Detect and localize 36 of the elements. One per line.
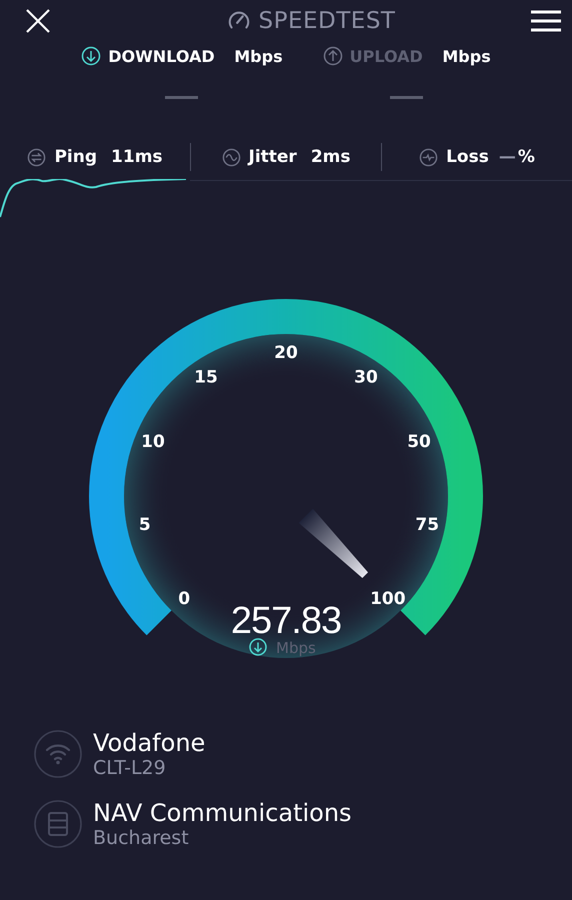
speed-unit: Mbps bbox=[276, 639, 316, 657]
scale-label: 30 bbox=[354, 367, 378, 388]
empty-value-dash bbox=[390, 96, 424, 99]
scale-label: 100 bbox=[370, 588, 406, 609]
gauge-needle bbox=[298, 508, 368, 578]
server-icon bbox=[34, 800, 82, 848]
ping-icon bbox=[27, 148, 46, 166]
provider-name: NAV Communications bbox=[93, 799, 352, 827]
provider-name: Vodafone bbox=[93, 729, 206, 757]
scale-label: 20 bbox=[274, 343, 298, 363]
metric-label: Jitter bbox=[248, 147, 297, 167]
metric-value: — bbox=[498, 147, 516, 167]
metric-unit: % bbox=[518, 147, 535, 167]
metric-value: 11ms bbox=[111, 147, 163, 167]
pulse-icon bbox=[419, 148, 438, 166]
provider-detail: CLT-L29 bbox=[93, 757, 167, 779]
metric-value: 2ms bbox=[310, 147, 350, 167]
download-icon bbox=[249, 638, 267, 656]
speed-reading: 257.83 bbox=[230, 600, 342, 642]
app-title: SPEEDTEST bbox=[258, 8, 396, 34]
scale-label: 10 bbox=[141, 432, 165, 452]
close-icon[interactable] bbox=[25, 8, 51, 34]
menu-icon[interactable] bbox=[530, 10, 561, 32]
wave-icon bbox=[222, 148, 240, 166]
wifi-icon bbox=[34, 730, 82, 778]
metric-label: Ping bbox=[54, 147, 98, 167]
scale-label: 50 bbox=[407, 432, 431, 452]
empty-value-dash bbox=[165, 96, 198, 99]
scale-label: 75 bbox=[415, 515, 440, 536]
metric-label: Loss bbox=[446, 147, 489, 167]
scale-label: 0 bbox=[178, 588, 190, 609]
scale-label: 15 bbox=[194, 367, 218, 388]
speed-tab[interactable]: DOWNLOAD Mbps bbox=[79, 42, 285, 70]
scale-label: 5 bbox=[138, 515, 151, 536]
speed-tab[interactable]: UPLOAD Mbps bbox=[320, 42, 493, 70]
provider-detail: Bucharest bbox=[93, 827, 190, 849]
